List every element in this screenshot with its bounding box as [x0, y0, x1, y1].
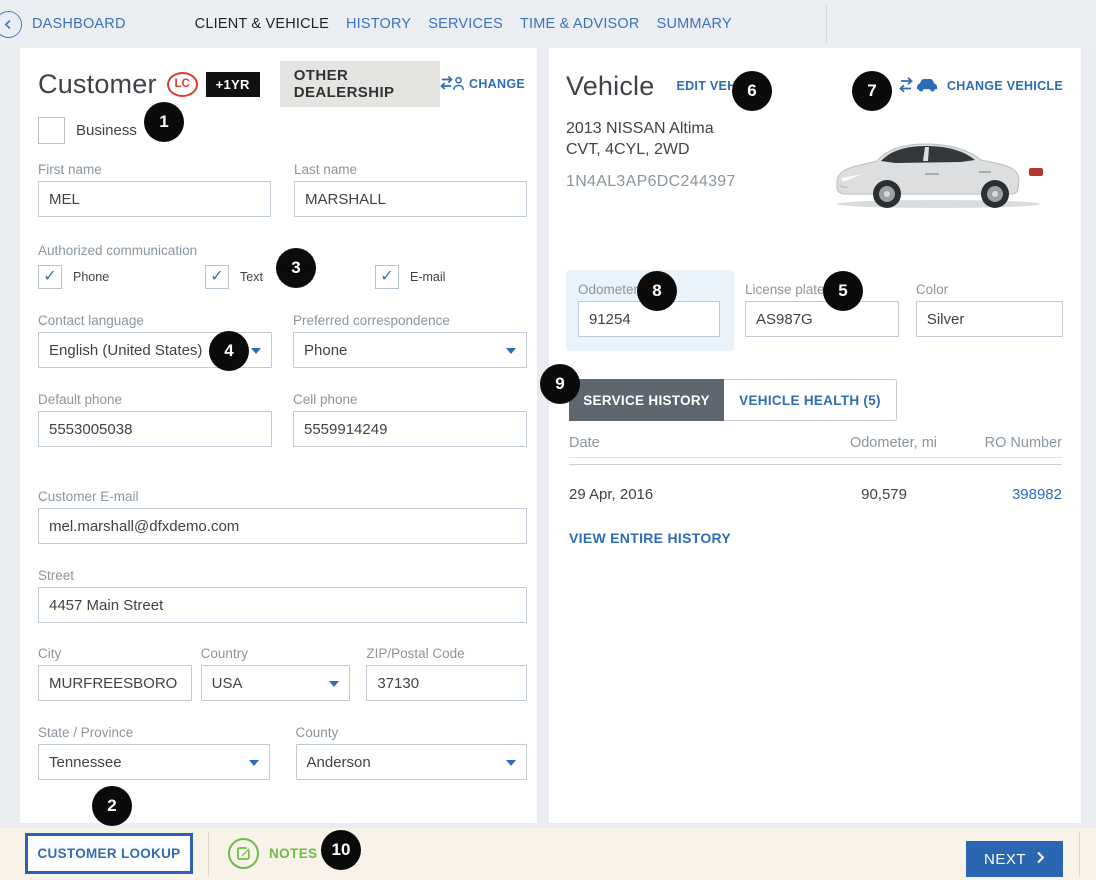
email-checkbox-label: E-mail	[410, 270, 445, 284]
customer-panel: Customer LC +1YR OTHER DEALERSHIP CHANGE…	[20, 48, 537, 823]
callout-7: 7	[852, 71, 892, 111]
tab-vehicle-health[interactable]: VEHICLE HEALTH (5)	[724, 379, 897, 421]
vehicle-title: Vehicle	[566, 71, 654, 102]
plus-one-year-badge: +1YR	[206, 72, 260, 97]
customer-email-input[interactable]	[38, 508, 527, 544]
last-name-input[interactable]	[294, 181, 527, 217]
notes-button[interactable]: NOTES	[228, 838, 318, 869]
chevron-down-icon	[506, 348, 516, 354]
history-odometer: 90,579	[767, 486, 907, 503]
service-history-header-row: Date Odometer, mi RO Number	[569, 435, 1062, 458]
vehicle-photo	[823, 118, 1053, 223]
phone-checkbox[interactable]: ✓	[38, 265, 62, 289]
nav-dashboard[interactable]: DASHBOARD	[32, 16, 126, 32]
back-to-dashboard-button[interactable]	[0, 11, 22, 38]
cell-phone-label: Cell phone	[293, 392, 527, 407]
street-input[interactable]	[38, 587, 527, 623]
notes-label: NOTES	[269, 846, 318, 861]
view-entire-history-link[interactable]: VIEW ENTIRE HISTORY	[569, 530, 731, 546]
country-label: Country	[201, 646, 351, 661]
callout-6: 6	[732, 71, 772, 111]
zip-input[interactable]	[366, 665, 527, 701]
change-vehicle-link[interactable]: CHANGE VEHICLE	[899, 76, 1063, 97]
county-select[interactable]: Anderson	[296, 744, 528, 780]
swap-car-icon	[899, 76, 947, 97]
callout-8: 8	[637, 271, 677, 311]
vehicle-panel: Vehicle EDIT VEHICLE CHANGE VEHICLE 2013…	[549, 48, 1081, 823]
service-history-table: Date Odometer, mi RO Number 29 Apr, 2016…	[569, 435, 1062, 503]
table-rule	[569, 464, 1062, 465]
first-name-input[interactable]	[38, 181, 271, 217]
callout-10: 10	[321, 830, 361, 870]
nav-summary[interactable]: SUMMARY	[657, 16, 732, 32]
footer-divider	[208, 832, 209, 876]
column-date[interactable]: Date	[569, 435, 767, 451]
license-plate-label: License plate	[745, 282, 899, 297]
default-phone-label: Default phone	[38, 392, 272, 407]
callout-2: 2	[92, 786, 132, 826]
table-row: 29 Apr, 2016 90,579 398982	[569, 486, 1062, 503]
notes-icon	[228, 838, 259, 869]
other-dealership-badge: OTHER DEALERSHIP	[280, 61, 440, 107]
nav-client-and-vehicle[interactable]: CLIENT & VEHICLE	[195, 16, 329, 32]
ro-number-link[interactable]: 398982	[1012, 486, 1062, 503]
callout-5: 5	[823, 271, 863, 311]
state-province-label: State / Province	[38, 725, 270, 740]
footer-bar: CUSTOMER LOOKUP NOTES NEXT	[0, 828, 1096, 880]
customer-lookup-button[interactable]: CUSTOMER LOOKUP	[25, 833, 193, 874]
license-plate-input[interactable]	[745, 301, 899, 337]
text-checkbox-label: Text	[240, 270, 263, 284]
nav-divider	[826, 5, 827, 43]
back-chevron-icon	[3, 19, 14, 30]
next-button[interactable]: NEXT	[966, 841, 1063, 877]
chevron-down-icon	[249, 760, 259, 766]
text-checkbox[interactable]: ✓	[205, 265, 229, 289]
default-phone-input[interactable]	[38, 411, 272, 447]
first-name-label: First name	[38, 162, 271, 177]
country-select[interactable]: USA	[201, 665, 351, 701]
customer-email-label: Customer E-mail	[38, 489, 527, 504]
top-navigation: DASHBOARD CLIENT & VEHICLE HISTORY SERVI…	[0, 0, 1096, 48]
preferred-correspondence-select[interactable]: Phone	[293, 332, 527, 368]
callout-1: 1	[144, 102, 184, 142]
city-label: City	[38, 646, 192, 661]
nav-time-and-advisor[interactable]: TIME & ADVISOR	[520, 16, 640, 32]
chevron-right-icon	[1036, 851, 1045, 868]
chevron-down-icon	[329, 681, 339, 687]
color-label: Color	[916, 282, 1063, 297]
column-ro-number[interactable]: RO Number	[937, 435, 1062, 451]
footer-divider	[1079, 832, 1080, 876]
customer-title: Customer	[38, 69, 157, 100]
email-checkbox[interactable]: ✓	[375, 265, 399, 289]
history-date: 29 Apr, 2016	[569, 486, 767, 503]
business-checkbox-label: Business	[76, 122, 137, 139]
preferred-correspondence-label: Preferred correspondence	[293, 313, 527, 328]
zip-label: ZIP/Postal Code	[366, 646, 527, 661]
business-checkbox[interactable]: ✓	[38, 117, 65, 144]
tab-service-history[interactable]: SERVICE HISTORY	[569, 379, 724, 421]
color-input[interactable]	[916, 301, 1063, 337]
change-customer-link[interactable]: CHANGE	[440, 75, 525, 94]
nav-services[interactable]: SERVICES	[428, 16, 503, 32]
state-province-select[interactable]: Tennessee	[38, 744, 270, 780]
city-input[interactable]	[38, 665, 192, 701]
callout-3: 3	[276, 248, 316, 288]
column-odometer[interactable]: Odometer, mi	[767, 435, 937, 451]
contact-language-label: Contact language	[38, 313, 272, 328]
callout-9: 9	[540, 364, 580, 404]
nav-history[interactable]: HISTORY	[346, 16, 411, 32]
callout-4: 4	[209, 331, 249, 371]
client-and-vehicle-screen: DASHBOARD CLIENT & VEHICLE HISTORY SERVI…	[0, 0, 1096, 880]
chevron-down-icon	[506, 760, 516, 766]
street-label: Street	[38, 568, 527, 583]
county-label: County	[296, 725, 528, 740]
chevron-down-icon	[251, 348, 261, 354]
cell-phone-input[interactable]	[293, 411, 527, 447]
vehicle-tabs: SERVICE HISTORY VEHICLE HEALTH (5)	[569, 379, 1063, 421]
phone-checkbox-label: Phone	[73, 270, 109, 284]
loyal-customer-badge: LC	[167, 72, 198, 97]
last-name-label: Last name	[294, 162, 527, 177]
swap-person-icon	[440, 75, 469, 94]
